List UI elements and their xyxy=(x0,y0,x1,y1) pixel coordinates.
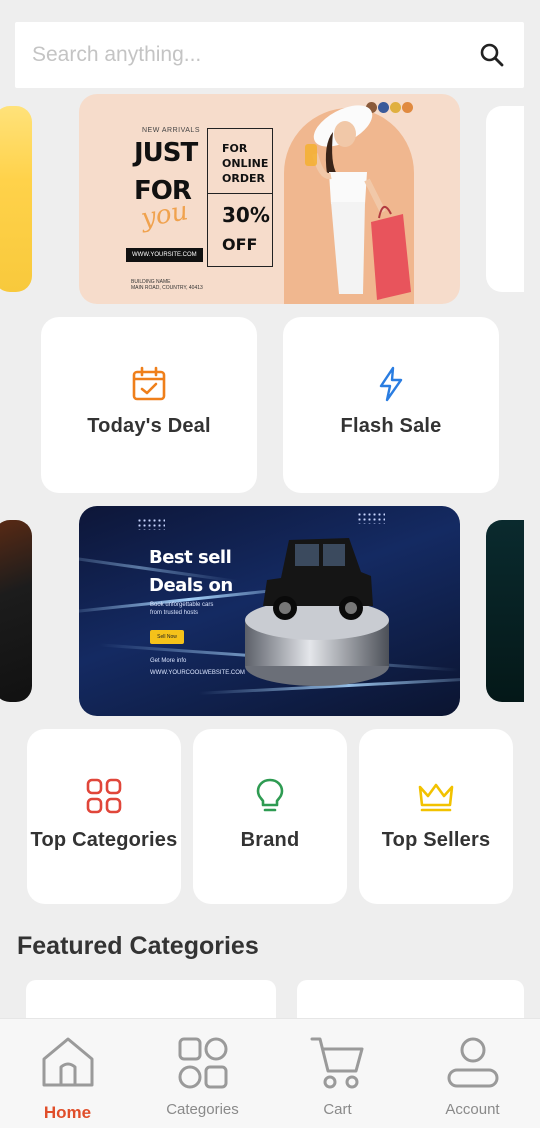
todays-deal-tile[interactable]: Today's Deal xyxy=(41,317,257,493)
banner-discount: 30% xyxy=(222,203,270,227)
nav-categories-label: Categories xyxy=(166,1101,239,1118)
search-icon[interactable] xyxy=(478,41,506,69)
lightbulb-icon xyxy=(256,778,284,812)
top-sellers-tile[interactable]: Top Sellers xyxy=(359,729,513,904)
search-bar[interactable] xyxy=(15,22,524,88)
bottom-navigation: Home Categories Cart Account xyxy=(0,1018,540,1128)
nav-cart-label: Cart xyxy=(323,1101,352,1118)
featured-category-card[interactable] xyxy=(26,980,276,1020)
brand-tile[interactable]: Brand xyxy=(193,729,347,904)
promo-carousel-middle[interactable]: Best sell Deals on Book unforgettable ca… xyxy=(0,506,540,716)
banner2-info-label: Get More info xyxy=(150,658,187,664)
home-icon xyxy=(42,1037,93,1087)
promo-banner-fashion[interactable]: NEW ARRIVALS JUST FOR you WWW.YOURSITE.C… xyxy=(79,94,460,304)
banner2-website: WWW.YOURCOOLWEBSITE.COM xyxy=(150,670,245,676)
banner-off: OFF xyxy=(222,235,258,254)
banner2-headline-line1: Best sell xyxy=(149,547,232,568)
nav-home[interactable]: Home xyxy=(0,1019,135,1128)
grid-icon xyxy=(86,778,122,814)
banner-you: you xyxy=(138,196,191,234)
banner-website: WWW.YOURSITE.COM xyxy=(126,248,203,262)
banner2-subtext-line1: Book unforgettable cars xyxy=(150,602,214,608)
lightning-icon xyxy=(379,366,403,402)
calendar-check-icon xyxy=(132,366,166,401)
nav-categories[interactable]: Categories xyxy=(135,1019,270,1128)
car-on-podium-illustration xyxy=(245,538,389,686)
brand-label: Brand xyxy=(240,829,300,851)
crown-icon xyxy=(418,783,454,812)
carousel-prev-slide[interactable] xyxy=(0,520,32,702)
carousel-next-slide[interactable] xyxy=(486,520,524,702)
nav-home-label: Home xyxy=(43,1103,92,1122)
model-illustration xyxy=(305,105,411,300)
flash-sale-tile[interactable]: Flash Sale xyxy=(283,317,499,493)
promo-carousel-top[interactable]: NEW ARRIVALS JUST FOR you WWW.YOURSITE.C… xyxy=(0,94,540,304)
banner2-headline: Best sell Deals on xyxy=(149,544,233,600)
top-categories-tile[interactable]: Top Categories xyxy=(27,729,181,904)
promo-banner-cars[interactable]: Best sell Deals on Book unforgettable ca… xyxy=(79,506,460,716)
search-input[interactable] xyxy=(32,43,478,67)
banner-address: BUILDING NAME MAIN ROAD, COUNTRY, 40413 xyxy=(131,279,203,291)
banner-new-arrivals: NEW ARRIVALS xyxy=(142,127,200,134)
banner-for-online-order: FOR ONLINE ORDER xyxy=(222,142,269,185)
flash-sale-label: Flash Sale xyxy=(340,415,442,437)
cart-icon xyxy=(310,1037,363,1089)
banner2-subtext: Book unforgettable cars from trusted hos… xyxy=(150,601,213,617)
top-sellers-label: Top Sellers xyxy=(381,829,491,851)
featured-categories-title: Featured Categories xyxy=(17,932,259,960)
categories-icon xyxy=(178,1037,227,1089)
carousel-prev-slide[interactable] xyxy=(0,106,32,292)
top-categories-label: Top Categories xyxy=(30,829,178,851)
account-icon xyxy=(447,1037,498,1088)
carousel-next-slide[interactable] xyxy=(486,106,524,292)
nav-account-label: Account xyxy=(445,1101,500,1118)
banner2-headline-line2: Deals on xyxy=(149,575,233,596)
featured-category-card[interactable] xyxy=(297,980,524,1020)
banner2-subtext-line2: from trusted hosts xyxy=(150,610,199,616)
banner2-sell-button[interactable]: Sell Now xyxy=(150,630,184,644)
nav-cart[interactable]: Cart xyxy=(270,1019,405,1128)
todays-deal-label: Today's Deal xyxy=(87,415,211,437)
banner-address-line2: MAIN ROAD, COUNTRY, 40413 xyxy=(131,285,203,291)
nav-account[interactable]: Account xyxy=(405,1019,540,1128)
banner-offer-box: FOR ONLINE ORDER 30% OFF xyxy=(207,128,273,267)
banner-just: JUST xyxy=(134,138,198,168)
